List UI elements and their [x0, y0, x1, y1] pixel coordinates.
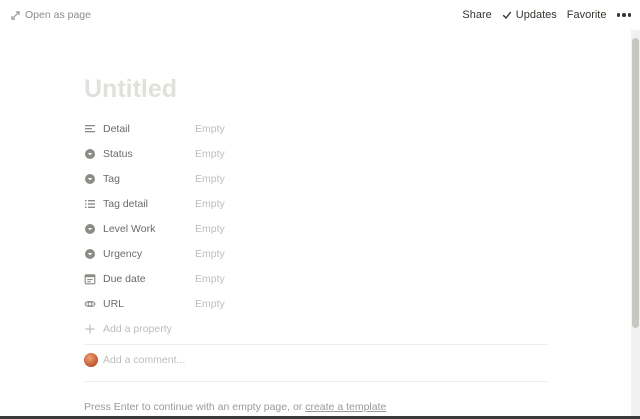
property-value-urgency[interactable]: Empty: [195, 248, 225, 260]
property-label: URL: [103, 297, 125, 310]
plus-icon: [84, 323, 96, 335]
property-value-url[interactable]: Empty: [195, 298, 225, 310]
add-property-button[interactable]: Add a property: [84, 316, 554, 341]
comment-input[interactable]: Add a comment...: [103, 354, 185, 366]
property-row-level-work: Level Work Empty: [84, 216, 554, 241]
favorite-button[interactable]: Favorite: [567, 9, 607, 21]
create-template-link[interactable]: create a template: [305, 401, 386, 413]
add-property-label: Add a property: [103, 322, 172, 335]
select-icon: [84, 148, 96, 160]
property-list: Detail Empty Status Empty Tag Empty Tag …: [84, 116, 554, 341]
property-value-tag[interactable]: Empty: [195, 173, 225, 185]
link-icon: [84, 298, 96, 310]
property-label: Status: [103, 147, 133, 160]
multi-select-icon: [84, 198, 96, 210]
empty-page-hint: Press Enter to continue with an empty pa…: [84, 401, 386, 413]
open-as-page-label: Open as page: [25, 9, 91, 21]
add-property-row: Add a property: [84, 323, 195, 335]
property-name-tag[interactable]: Tag: [84, 173, 195, 185]
expand-arrows-icon: [11, 10, 20, 20]
property-label: Level Work: [103, 222, 156, 235]
more-dot-icon: [622, 13, 626, 17]
checkmark-icon: [502, 10, 512, 20]
property-label: Due date: [103, 272, 146, 285]
empty-page-hint-text: Press Enter to continue with an empty pa…: [84, 401, 303, 413]
comment-bar: Add a comment...: [84, 353, 185, 367]
calendar-icon: [84, 273, 96, 285]
share-label: Share: [462, 9, 492, 21]
property-value-due-date[interactable]: Empty: [195, 273, 225, 285]
property-label: Detail: [103, 122, 130, 135]
property-name-detail[interactable]: Detail: [84, 123, 195, 135]
property-label: Urgency: [103, 247, 143, 260]
avatar: [84, 353, 98, 367]
property-row-detail: Detail Empty: [84, 116, 554, 141]
property-value-status[interactable]: Empty: [195, 148, 225, 160]
property-label: Tag detail: [103, 197, 148, 210]
property-name-urgency[interactable]: Urgency: [84, 248, 195, 260]
scrollbar-thumb[interactable]: [632, 38, 639, 328]
property-name-level-work[interactable]: Level Work: [84, 223, 195, 235]
select-icon: [84, 173, 96, 185]
property-row-tag-detail: Tag detail Empty: [84, 191, 554, 216]
property-name-tag-detail[interactable]: Tag detail: [84, 198, 195, 210]
property-name-status[interactable]: Status: [84, 148, 195, 160]
property-name-due-date[interactable]: Due date: [84, 273, 195, 285]
divider: [84, 344, 548, 345]
divider: [84, 381, 548, 382]
property-value-tag-detail[interactable]: Empty: [195, 198, 225, 210]
favorite-label: Favorite: [566, 9, 607, 21]
share-button[interactable]: Share: [462, 9, 491, 21]
notion-page-modal: Open as page Share Updates Favorite Unti…: [0, 0, 640, 419]
text-lines-icon: [84, 123, 96, 135]
property-row-due-date: Due date Empty: [84, 266, 554, 291]
updates-label: Updates: [515, 9, 557, 21]
property-name-url[interactable]: URL: [84, 298, 195, 310]
property-row-urgency: Urgency Empty: [84, 241, 554, 266]
open-as-page-button[interactable]: Open as page: [11, 8, 91, 22]
top-actions: Share Updates Favorite: [462, 7, 631, 23]
page-title-input[interactable]: Untitled: [84, 73, 177, 105]
property-row-url: URL Empty: [84, 291, 554, 316]
top-bar: Open as page Share Updates Favorite: [0, 0, 640, 30]
property-value-detail[interactable]: Empty: [195, 123, 225, 135]
property-row-tag: Tag Empty: [84, 166, 554, 191]
select-icon: [84, 248, 96, 260]
property-row-status: Status Empty: [84, 141, 554, 166]
property-value-level-work[interactable]: Empty: [195, 223, 225, 235]
more-options-button[interactable]: [616, 13, 631, 17]
updates-button[interactable]: Updates: [502, 9, 557, 21]
more-dot-icon: [616, 13, 620, 17]
property-label: Tag: [103, 172, 120, 185]
more-dot-icon: [627, 13, 631, 17]
vertical-scrollbar[interactable]: [631, 30, 640, 419]
select-icon: [84, 223, 96, 235]
